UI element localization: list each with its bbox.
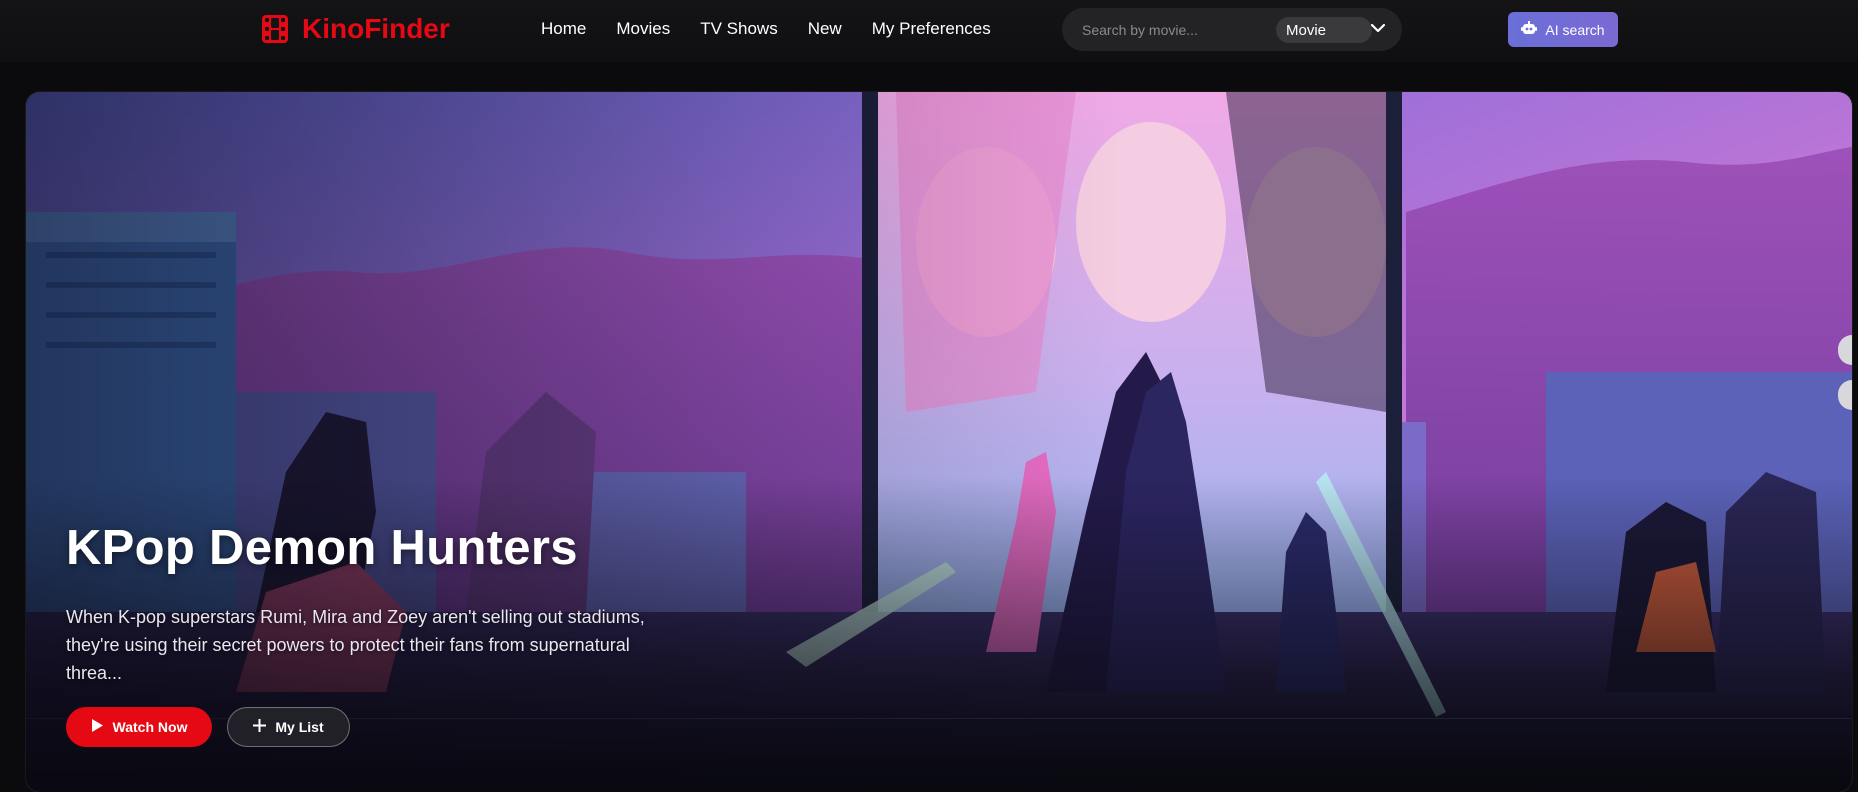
search-type-select[interactable]: Movie — [1276, 17, 1372, 43]
watch-now-label: Watch Now — [112, 719, 188, 735]
watch-now-button[interactable]: Watch Now — [66, 707, 212, 747]
nav-item-tv-shows[interactable]: TV Shows — [700, 19, 777, 39]
film-icon — [262, 15, 288, 43]
hero-gradient-overlay — [26, 92, 1852, 792]
hero-title: KPop Demon Hunters — [66, 521, 578, 575]
chevron-down-icon[interactable] — [1370, 21, 1386, 39]
nav-item-my-preferences[interactable]: My Preferences — [872, 19, 991, 39]
hero-banner: KPop Demon Hunters When K-pop superstars… — [26, 92, 1852, 792]
my-list-label: My List — [275, 719, 324, 735]
main-nav: Home Movies TV Shows New My Preferences — [541, 0, 991, 58]
ai-search-button[interactable]: AI search — [1508, 12, 1618, 47]
nav-item-new[interactable]: New — [808, 19, 842, 39]
ai-search-label: AI search — [1545, 21, 1605, 38]
hero-description: When K-pop superstars Rumi, Mira and Zoe… — [66, 607, 645, 683]
nav-item-movies[interactable]: Movies — [616, 19, 670, 39]
plus-icon — [253, 719, 267, 735]
search-type-value: Movie — [1286, 21, 1327, 39]
search-input[interactable] — [1082, 18, 1262, 42]
brand-logo[interactable]: KinoFinder — [262, 12, 450, 46]
play-icon — [91, 719, 103, 735]
my-list-button[interactable]: My List — [227, 707, 350, 747]
search-bar: Movie — [1062, 8, 1402, 51]
brand-name: KinoFinder — [302, 13, 450, 44]
robot-icon — [1521, 21, 1538, 38]
top-navigation-bar: KinoFinder Home Movies TV Shows New My P… — [0, 0, 1858, 62]
nav-item-home[interactable]: Home — [541, 19, 586, 39]
